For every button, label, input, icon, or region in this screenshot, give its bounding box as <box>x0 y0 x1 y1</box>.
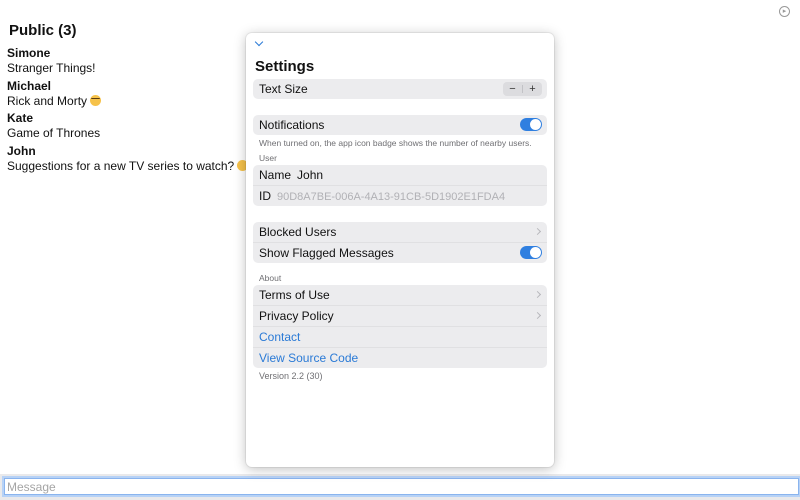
name-label: Name <box>259 168 292 182</box>
text-size-label: Text Size <box>259 82 308 96</box>
chevron-right-icon <box>533 227 542 236</box>
message-item: Kate Game of Thrones <box>7 111 100 141</box>
terms-row[interactable]: Terms of Use <box>253 285 547 306</box>
id-row: ID 90D8A7BE-006A-4A13-91CB-5D1902E1FDA4 <box>253 186 547 206</box>
message-text: Rick and Morty <box>7 94 88 108</box>
chevron-right-icon <box>533 311 542 320</box>
chevron-right-icon <box>533 290 542 299</box>
notifications-group: Notifications <box>253 115 547 135</box>
message-sender: John <box>7 144 36 158</box>
privacy-label: Privacy Policy <box>259 309 334 323</box>
user-section-header: User <box>259 153 277 163</box>
message-bar <box>0 474 800 500</box>
id-value: 90D8A7BE-006A-4A13-91CB-5D1902E1FDA4 <box>277 191 506 203</box>
blocked-users-label: Blocked Users <box>259 225 337 239</box>
message-item: Simone Stranger Things! <box>7 46 96 76</box>
user-group: Name John ID 90D8A7BE-006A-4A13-91CB-5D190… <box>253 165 547 206</box>
show-flagged-row: Show Flagged Messages <box>253 243 547 263</box>
text-size-row: Text Size − + <box>253 79 547 99</box>
text-size-group: Text Size − + <box>253 79 547 99</box>
increase-text-size-button[interactable]: + <box>523 82 542 96</box>
id-label: ID <box>259 189 271 203</box>
version-label: Version 2.2 (30) <box>259 371 323 381</box>
settings-sheet: Settings Text Size − + Notifications Whe… <box>246 33 554 467</box>
show-flagged-label: Show Flagged Messages <box>259 246 394 260</box>
settings-title: Settings <box>255 58 315 75</box>
nerd-face-emoji-icon <box>90 95 102 106</box>
decrease-text-size-button[interactable]: − <box>503 82 522 96</box>
message-text: Suggestions for a new TV series to watch… <box>7 159 235 173</box>
show-flagged-toggle[interactable] <box>520 246 542 259</box>
message-sender: Kate <box>7 111 34 125</box>
view-source-label: View Source Code <box>259 351 359 365</box>
message-input[interactable] <box>4 478 799 495</box>
text-size-stepper: − + <box>503 82 542 96</box>
privacy-row[interactable]: Privacy Policy <box>253 306 547 327</box>
about-group: Terms of Use Privacy Policy Contact View… <box>253 285 547 368</box>
message-sender: Simone <box>7 46 51 60</box>
notifications-label: Notifications <box>259 118 325 132</box>
about-section-header: About <box>259 273 282 283</box>
moderation-group: Blocked Users Show Flagged Messages <box>253 222 547 263</box>
contact-label: Contact <box>259 330 301 344</box>
message-text: Stranger Things! <box>7 61 96 75</box>
info-icon[interactable]: ▸ <box>779 6 790 17</box>
message-item: John Suggestions for a new TV series to … <box>7 144 249 174</box>
chevron-down-icon[interactable] <box>254 37 264 47</box>
notifications-toggle[interactable] <box>520 118 542 131</box>
message-text: Game of Thrones <box>7 126 101 140</box>
contact-link[interactable]: Contact <box>253 327 547 348</box>
name-field[interactable]: John <box>297 168 323 182</box>
notifications-caption: When turned on, the app icon badge shows… <box>259 138 532 148</box>
message-item: Michael Rick and Morty <box>7 79 102 109</box>
name-row: Name John <box>253 165 547 186</box>
view-source-link[interactable]: View Source Code <box>253 348 547 368</box>
notifications-row: Notifications <box>253 115 547 135</box>
channel-title: Public (3) <box>9 22 77 39</box>
blocked-users-row[interactable]: Blocked Users <box>253 222 547 243</box>
terms-label: Terms of Use <box>259 288 330 302</box>
message-sender: Michael <box>7 79 52 93</box>
